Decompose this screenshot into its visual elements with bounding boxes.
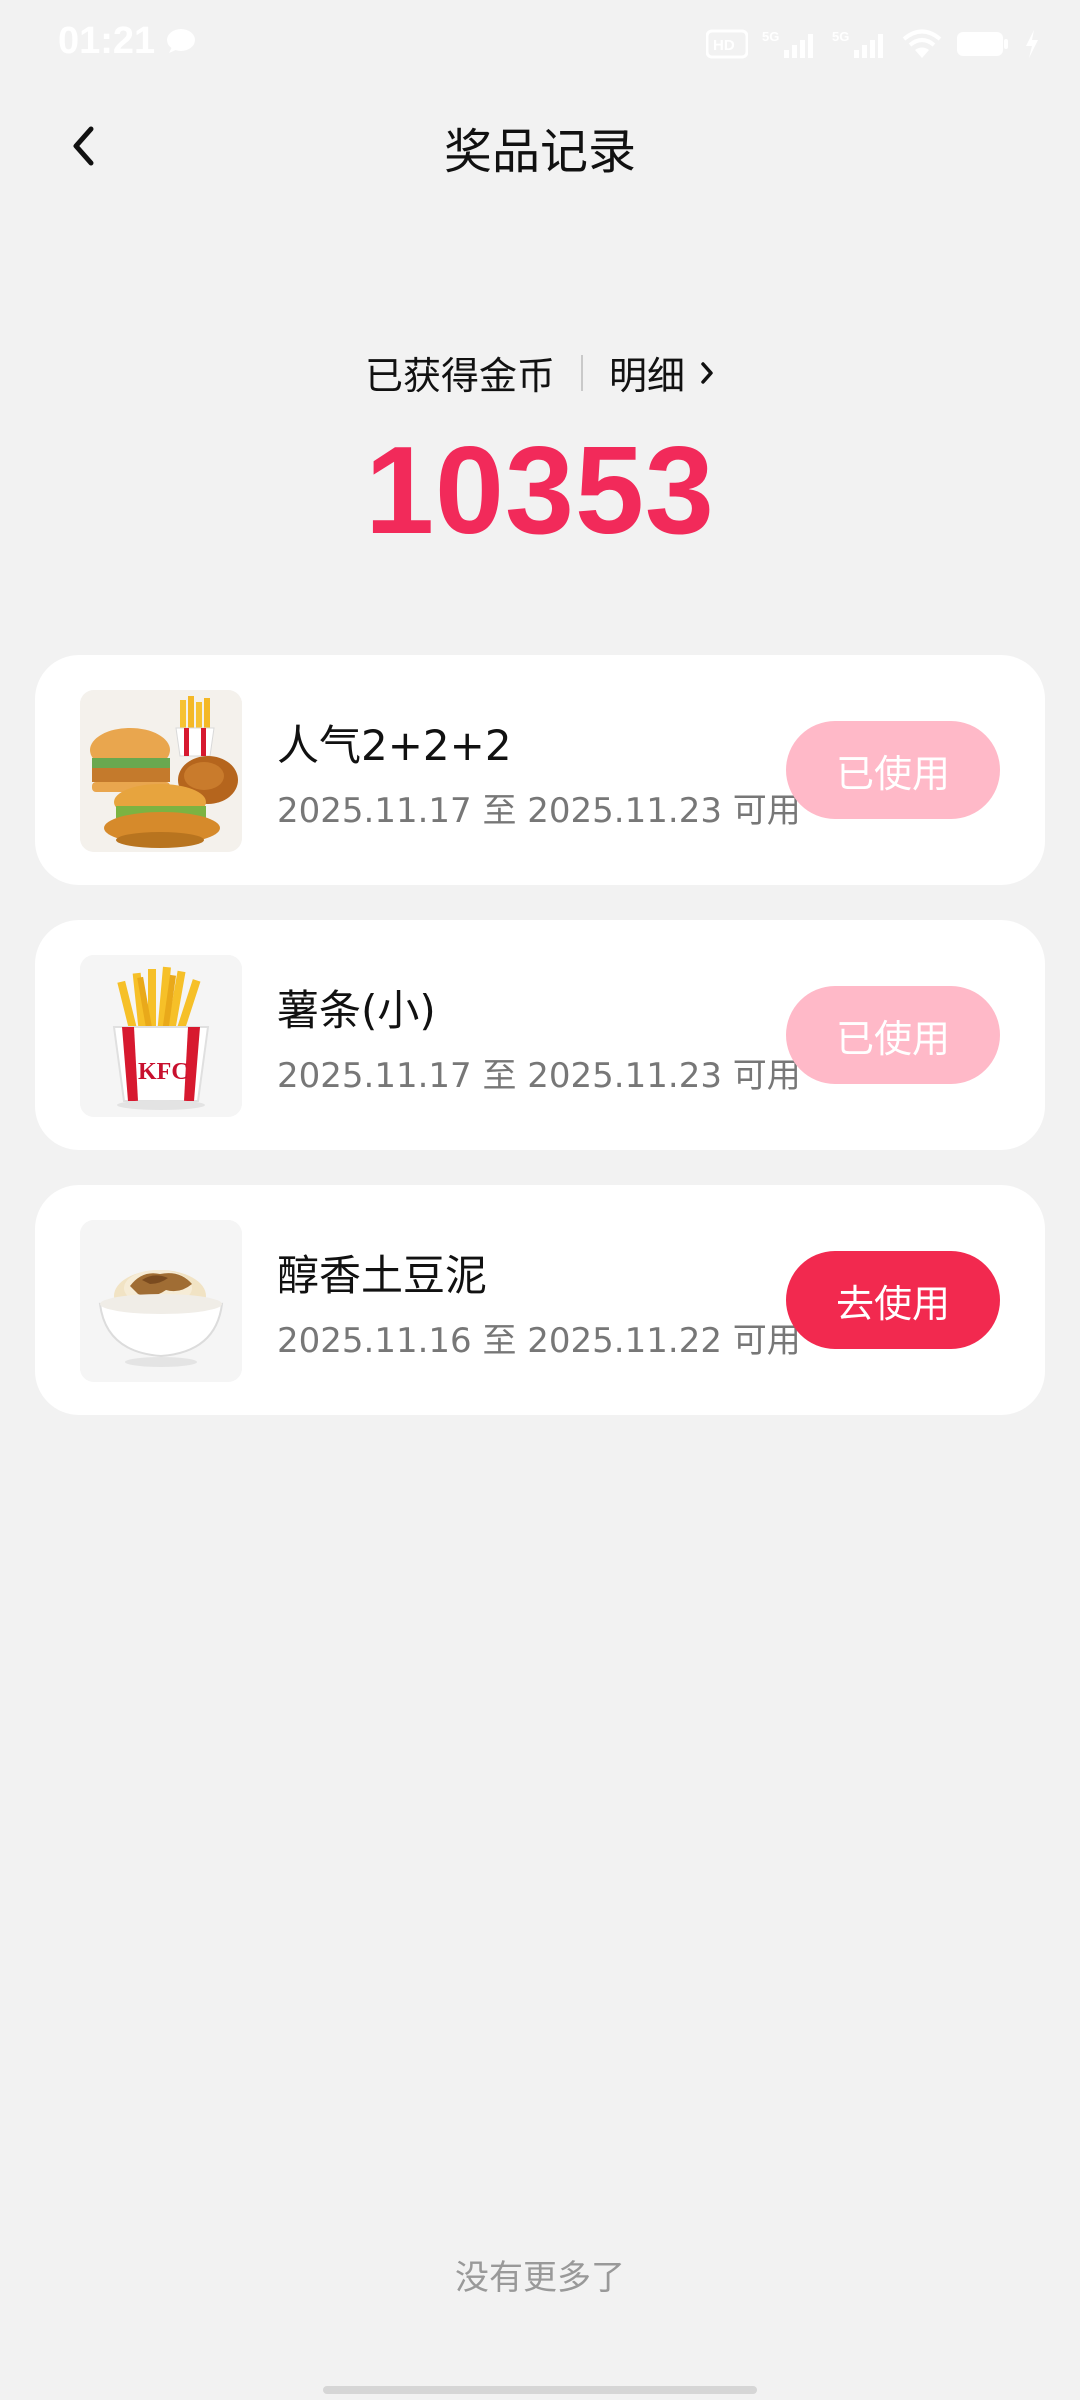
coins-value: 10353 <box>365 422 715 560</box>
5g-signal-icon: 5G <box>832 29 883 58</box>
prize-card: KFC 薯条(小) 2025.11.17 至 2025.11.23 可用 已使用 <box>35 920 1045 1150</box>
battery-icon <box>957 32 1008 56</box>
no-more-text: 没有更多了 <box>455 2258 625 2298</box>
prize-date: 2025.11.17 至 2025.11.23 可用 <box>277 791 801 831</box>
prize-card: 人气2+2+2 2025.11.17 至 2025.11.23 可用 已使用 <box>35 655 1045 885</box>
chevron-right-icon <box>701 361 713 384</box>
mashed-potato-image <box>80 1220 242 1382</box>
page-title: 奖品记录 <box>443 124 636 180</box>
status-bar: 01:21 HD 5G 5G <box>0 0 1080 90</box>
coins-label: 已获得金币 <box>364 354 555 398</box>
prize-name: 人气2+2+2 <box>277 721 512 770</box>
wifi-icon <box>902 29 942 58</box>
prize-card: 醇香土豆泥 2025.11.16 至 2025.11.22 可用 去使用 <box>35 1185 1045 1415</box>
divider <box>581 354 583 391</box>
detail-label: 明细 <box>609 354 686 398</box>
go-use-button[interactable]: 去使用 <box>786 1251 1000 1349</box>
hd-icon: HD <box>706 29 748 59</box>
svg-text:HD: HD <box>713 37 735 54</box>
status-icons: HD 5G 5G <box>706 26 1040 62</box>
svg-text:KFC: KFC <box>138 1059 189 1085</box>
prize-date: 2025.11.17 至 2025.11.23 可用 <box>277 1056 801 1096</box>
svg-text:5G: 5G <box>832 29 849 44</box>
prize-records-page: 01:21 HD 5G 5G 奖品记录 已获得金币 明细 10353 人气2+2… <box>0 0 1080 2400</box>
prize-name: 薯条(小) <box>277 986 436 1035</box>
home-indicator[interactable] <box>323 2386 757 2394</box>
5g-signal-icon: 5G <box>762 29 813 58</box>
prize-date: 2025.11.16 至 2025.11.22 可用 <box>277 1321 801 1361</box>
fries-image: KFC <box>80 955 242 1117</box>
status-time: 01:21 <box>58 20 156 62</box>
svg-text:5G: 5G <box>762 29 779 44</box>
chat-bubble-icon <box>167 29 195 53</box>
used-button[interactable]: 已使用 <box>786 986 1000 1084</box>
charging-icon <box>1026 30 1038 58</box>
used-button[interactable]: 已使用 <box>786 721 1000 819</box>
detail-link[interactable]: 明细 <box>609 345 715 400</box>
burger-meal-image <box>80 690 242 852</box>
coins-summary: 已获得金币 明细 <box>0 345 1080 400</box>
header: 奖品记录 <box>0 100 1080 190</box>
prize-name: 醇香土豆泥 <box>277 1251 488 1300</box>
